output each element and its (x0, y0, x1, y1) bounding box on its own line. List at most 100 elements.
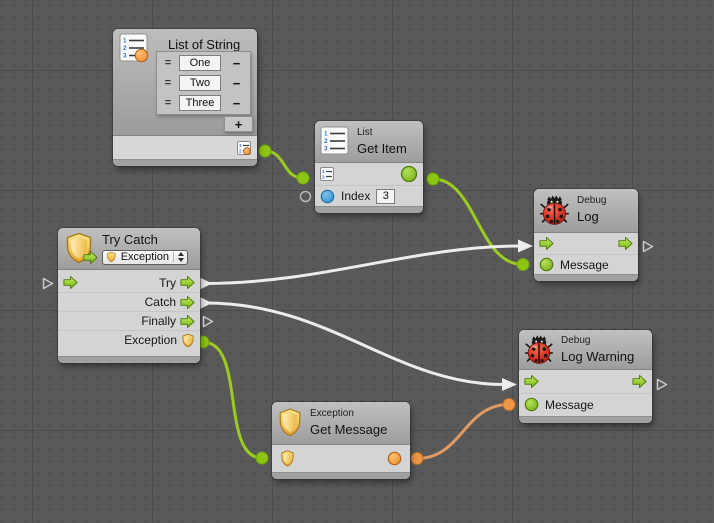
message-label: Message (545, 398, 594, 412)
unconnected-flow-output-indicator-finally (202, 315, 215, 328)
dropdown-spinner-icon (173, 252, 184, 262)
node-footer (272, 472, 410, 479)
node-title: Get Message (310, 422, 387, 438)
node-header[interactable]: Try Catch Exception (58, 228, 200, 270)
wire-getmessage-to-logwarning-message[interactable] (417, 405, 509, 459)
list-item-field[interactable]: Three (179, 95, 221, 111)
node-footer (519, 416, 652, 423)
port-row-index: Index 3 (315, 185, 423, 206)
port-row-exception: Exception (58, 330, 200, 349)
list-item-field[interactable]: One (179, 55, 221, 71)
node-header[interactable]: Exception Get Message (272, 402, 410, 445)
svg-text:2: 2 (322, 174, 325, 180)
exception-value-output-port[interactable] (181, 333, 195, 348)
remove-item-button[interactable]: − (223, 97, 250, 110)
list-items-editor: = One − = Two − = Three − (156, 51, 251, 115)
port-row-value (272, 445, 410, 473)
node-get-message[interactable]: Exception Get Message (272, 402, 410, 479)
node-footer (534, 274, 638, 281)
wire-dot (503, 399, 515, 411)
flow-source-connector-try (199, 277, 212, 290)
flow-source-connector-catch (199, 297, 212, 310)
node-title: Log (577, 209, 606, 225)
svg-text:1: 1 (324, 131, 328, 138)
svg-text:1: 1 (239, 143, 242, 149)
port-row-list: 1 2 (315, 163, 423, 186)
node-get-item[interactable]: 1 2 3 List Get Item 1 2 (315, 121, 423, 213)
unconnected-flow-input-indicator-trycatch (42, 277, 55, 290)
node-footer (113, 159, 257, 166)
node-caption: Debug (561, 335, 634, 347)
node-body: Try Catch Finally (58, 270, 200, 349)
catch-flow-output-port[interactable] (180, 295, 195, 310)
remove-item-button[interactable]: − (223, 77, 250, 90)
wire-list-to-getitem[interactable] (265, 151, 303, 178)
result-output-port[interactable] (400, 165, 418, 183)
exception-type-dropdown[interactable]: Exception (102, 250, 188, 265)
node-header[interactable]: 1 2 3 List of String = One − = (113, 29, 257, 136)
flow-input-port[interactable] (63, 275, 78, 290)
list-item-row: = Two − (157, 73, 250, 93)
wire-exception-to-getmessage[interactable] (203, 342, 262, 458)
index-input[interactable]: 3 (376, 189, 395, 204)
wire-dot (297, 172, 309, 184)
try-flow-output-port[interactable] (180, 275, 195, 290)
index-label: Index (341, 189, 370, 203)
svg-text:2: 2 (239, 148, 242, 154)
node-try-catch[interactable]: Try Catch Exception Try (58, 228, 200, 363)
port-row-finally: Finally (58, 311, 200, 330)
list-output-row: 1 2 (113, 136, 257, 159)
unconnected-value-input-indicator-index (299, 190, 312, 203)
message-value-port[interactable] (539, 257, 554, 272)
ladybug-icon (539, 194, 570, 226)
node-title: Get Item (357, 141, 407, 157)
flow-output-port[interactable] (618, 236, 633, 251)
remove-item-button[interactable]: − (223, 57, 250, 70)
node-list-of-string[interactable]: 1 2 3 List of String = One − = (113, 29, 257, 166)
node-header[interactable]: Debug Log Warning (519, 330, 652, 370)
wire-catch-to-logwarning[interactable] (206, 303, 504, 385)
port-label-exception: Exception (124, 333, 177, 347)
flow-output-port[interactable] (632, 374, 647, 389)
svg-text:3: 3 (123, 53, 127, 60)
list-item-field[interactable]: Two (179, 75, 221, 91)
finally-flow-output-port[interactable] (180, 314, 195, 329)
flow-arrowhead-logwarning (502, 378, 517, 391)
flow-arrow-badge-icon (83, 250, 98, 265)
message-label: Message (560, 258, 609, 272)
node-header[interactable]: Debug Log (534, 189, 638, 233)
list-output-port[interactable]: 1 2 (237, 141, 251, 155)
ladybug-icon (524, 334, 554, 365)
shield-icon (63, 232, 95, 264)
flow-input-port[interactable] (524, 374, 539, 389)
result-output-port[interactable] (387, 451, 402, 466)
node-debug-log-warning[interactable]: Debug Log Warning Message (519, 330, 652, 423)
exception-input-port[interactable] (280, 450, 295, 467)
node-caption: Exception (310, 408, 387, 420)
list-icon: 1 2 3 (119, 33, 149, 63)
port-label-catch: Catch (145, 295, 176, 309)
message-value-port[interactable] (524, 397, 539, 412)
port-row-message: Message (534, 254, 638, 274)
list-input-port[interactable]: 1 2 (320, 167, 334, 181)
add-item-button[interactable]: + (224, 116, 253, 132)
graph-canvas[interactable]: 1 2 3 List of String = One − = (0, 0, 714, 523)
port-row-catch: Catch (58, 292, 200, 311)
wire-dot (256, 452, 268, 464)
flow-input-port[interactable] (539, 236, 554, 251)
index-value-port[interactable] (320, 189, 335, 204)
drag-handle[interactable]: = (157, 97, 179, 109)
svg-text:2: 2 (123, 45, 127, 52)
wire-dot (411, 453, 423, 465)
node-caption: List (357, 127, 407, 139)
wire-try-to-log[interactable] (206, 246, 520, 284)
node-header[interactable]: 1 2 3 List Get Item (315, 121, 423, 163)
node-debug-log[interactable]: Debug Log Message (534, 189, 638, 281)
drag-handle[interactable]: = (157, 77, 179, 89)
port-label-try: Try (159, 276, 176, 290)
dropdown-value: Exception (121, 252, 169, 263)
unconnected-flow-output-indicator-logwarning (656, 378, 669, 391)
shield-icon (277, 407, 303, 438)
wire-dot (427, 173, 439, 185)
drag-handle[interactable]: = (157, 57, 179, 69)
